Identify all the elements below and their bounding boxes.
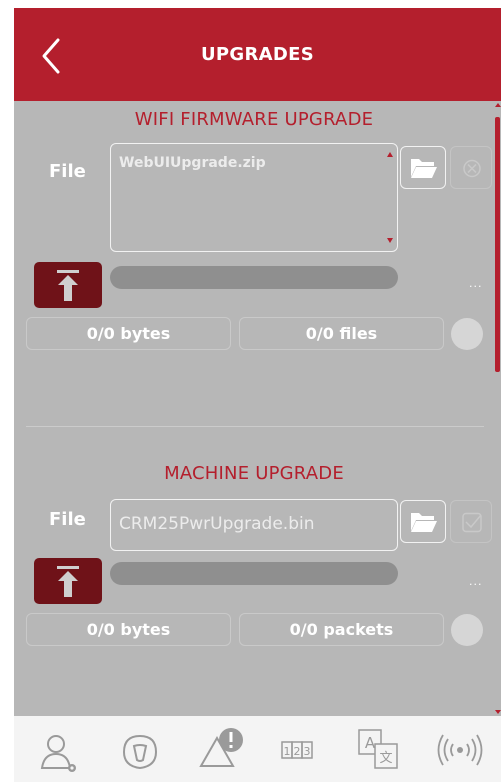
alarm-icon [199, 728, 243, 767]
upgrades-scroll-area[interactable]: WIFI FIRMWARE UPGRADE File WebUIUpgrade.… [14, 101, 501, 716]
upload-icon [57, 566, 79, 597]
svg-text:2: 2 [294, 745, 301, 758]
wifi-more-indicator: ... [469, 277, 483, 290]
scroll-down-icon[interactable] [387, 238, 393, 243]
svg-text:3: 3 [304, 745, 311, 758]
nav-connectivity[interactable] [434, 722, 494, 778]
wifi-file-value: WebUIUpgrade.zip [119, 155, 266, 171]
nav-alarms[interactable] [195, 722, 255, 778]
machine-packets-counter: 0/0 packets [239, 613, 444, 646]
wifi-file-field[interactable]: WebUIUpgrade.zip [110, 143, 398, 252]
app-window: UPGRADES WIFI FIRMWARE UPGRADE File WebU… [14, 8, 501, 782]
machine-file-field[interactable]: CRM25PwrUpgrade.bin [110, 499, 398, 551]
wifi-files-counter: 0/0 files [239, 317, 444, 350]
counter-icon: 1 2 3 [281, 741, 313, 759]
header-bar: UPGRADES [14, 8, 501, 101]
folder-open-icon [411, 159, 437, 178]
wifi-cancel-button[interactable] [450, 146, 492, 189]
machine-file-label: File [49, 509, 86, 530]
scrollbar-down-icon[interactable] [495, 710, 501, 714]
machine-confirm-button[interactable] [450, 500, 492, 543]
scrollbar-up-icon[interactable] [495, 103, 501, 107]
wifi-upload-button[interactable] [34, 262, 102, 308]
scrollbar-thumb[interactable] [495, 117, 500, 372]
machine-upload-button[interactable] [34, 558, 102, 604]
folder-open-icon [411, 513, 437, 532]
wifi-status-indicator [451, 318, 483, 350]
machine-section-title: MACHINE UPGRADE [164, 463, 344, 484]
machine-file-value: CRM25PwrUpgrade.bin [119, 514, 315, 534]
wireless-icon [437, 734, 483, 766]
language-icon: A 文 [358, 729, 398, 769]
machine-icon [122, 734, 158, 770]
upload-icon [57, 270, 79, 301]
nav-machine[interactable] [112, 722, 172, 778]
machine-bytes-counter: 0/0 bytes [26, 613, 231, 646]
svg-text:文: 文 [379, 751, 392, 766]
page-title: UPGRADES [201, 44, 314, 65]
check-icon [462, 512, 482, 533]
machine-status-indicator [451, 614, 483, 646]
wifi-section-title: WIFI FIRMWARE UPGRADE [134, 109, 374, 130]
section-divider [26, 426, 484, 427]
nav-counters[interactable]: 1 2 3 [276, 722, 336, 778]
machine-progress-bar [110, 562, 398, 585]
machine-browse-button[interactable] [400, 500, 446, 543]
scrollbar[interactable] [494, 101, 501, 716]
cancel-icon [463, 159, 481, 178]
svg-text:A: A [365, 734, 376, 752]
user-settings-icon [40, 735, 76, 772]
machine-more-indicator: ... [469, 575, 483, 588]
wifi-progress-bar [110, 266, 398, 289]
svg-text:1: 1 [284, 745, 291, 758]
scroll-up-icon[interactable] [387, 152, 393, 157]
nav-language[interactable]: A 文 [355, 722, 415, 778]
bottom-nav: 1 2 3 A 文 [14, 716, 501, 782]
nav-user-settings[interactable] [34, 722, 94, 778]
wifi-bytes-counter: 0/0 bytes [26, 317, 231, 350]
wifi-browse-button[interactable] [400, 146, 446, 189]
wifi-file-label: File [49, 161, 86, 182]
